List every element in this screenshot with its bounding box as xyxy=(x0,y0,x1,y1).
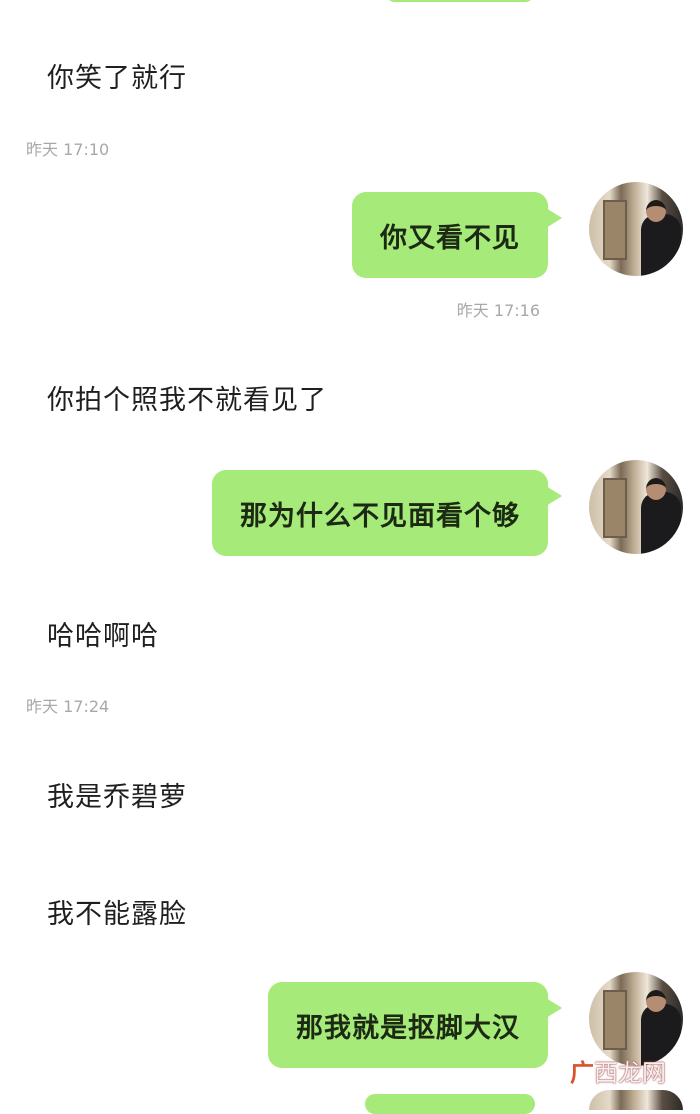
received-message: 哈哈啊哈 xyxy=(47,621,159,652)
chat-area[interactable]: 你笑了就行 昨天 17:10 你又看不见 昨天 17:16 你拍个照我不就看见了… xyxy=(0,0,700,1114)
received-message: 你笑了就行 xyxy=(47,63,187,94)
received-message: 我是乔碧萝 xyxy=(47,782,187,813)
avatar-photo-detail xyxy=(603,478,627,538)
partial-bubble-top xyxy=(385,0,535,2)
sent-message-bubble[interactable]: 那为什么不见面看个够 xyxy=(212,470,562,556)
avatar-photo-person xyxy=(641,492,681,554)
avatar-photo-detail xyxy=(603,990,627,1050)
partial-bubble-bottom xyxy=(365,1094,535,1114)
user-avatar[interactable] xyxy=(589,972,683,1066)
guang-logo-icon: 广 xyxy=(570,1059,594,1087)
user-avatar[interactable] xyxy=(589,460,683,554)
site-watermark: 广西龙网 xyxy=(570,1053,666,1088)
received-message: 我不能露脸 xyxy=(47,899,187,930)
avatar-photo-detail xyxy=(603,200,627,260)
timestamp: 昨天 17:10 xyxy=(26,140,110,159)
received-message: 你拍个照我不就看见了 xyxy=(47,385,327,416)
partial-avatar-bottom xyxy=(589,1090,683,1110)
timestamp: 昨天 17:16 xyxy=(456,301,540,320)
avatar-photo-person xyxy=(641,214,681,276)
user-avatar[interactable] xyxy=(589,182,683,276)
sent-message-bubble[interactable]: 你又看不见 xyxy=(352,192,562,278)
watermark-text: 西龙网 xyxy=(594,1059,666,1087)
avatar-photo-head xyxy=(646,478,666,500)
avatar-photo-head xyxy=(646,990,666,1012)
avatar-photo-head xyxy=(646,200,666,222)
timestamp: 昨天 17:24 xyxy=(26,697,110,716)
sent-message-bubble[interactable]: 那我就是抠脚大汉 xyxy=(268,982,562,1068)
